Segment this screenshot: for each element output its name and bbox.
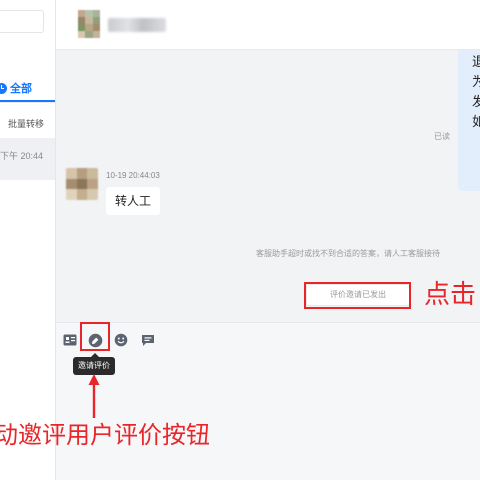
conversation-time: 下午 20:44 (0, 151, 43, 161)
tab-all-label: 全部 (10, 83, 32, 95)
contact-name (108, 18, 166, 32)
read-status: 已读 (434, 132, 450, 141)
id-card-icon[interactable] (62, 332, 78, 348)
outgoing-line: 为 (472, 74, 480, 89)
annotation-text: 动邀评用户评价按钮 (0, 421, 210, 449)
annotation-caption: 动邀评用户评价按钮 (0, 420, 480, 454)
outgoing-message-bubble: 退 为 发 如 (458, 50, 480, 191)
quick-reply-icon[interactable] (140, 332, 156, 348)
outgoing-line: 如 (472, 114, 480, 129)
outgoing-line: 发 (472, 94, 480, 109)
conversation-list-panel: 全部 批量转移 下午 20:44 (0, 0, 56, 480)
batch-transfer-button[interactable]: 批量转移 (8, 117, 44, 130)
message-time: 10-19 20:44:03 (106, 171, 160, 180)
annotation-click-hint: 点击 (424, 280, 480, 314)
incoming-message-bubble: 转人工 (106, 187, 161, 215)
annotation-text: 点击 (424, 280, 477, 310)
divider (0, 102, 55, 103)
system-notice: 客服助手超时或找不到合适的答案，请人工客服接待 (256, 249, 440, 258)
rate-invite-icon[interactable] (87, 332, 103, 348)
outgoing-line: 退 (472, 54, 480, 69)
clock-icon (0, 82, 7, 94)
tab-all[interactable]: 全部 (0, 78, 32, 98)
emoji-icon[interactable] (113, 332, 129, 348)
avatar[interactable] (78, 10, 100, 38)
message-list: 退 为 发 如 已读 10-19 20:44:03 转人工 客服助手超时或找不到… (56, 50, 480, 322)
chat-header (56, 0, 480, 50)
annotation-arrow (88, 374, 100, 418)
search-input[interactable] (0, 10, 44, 33)
customer-avatar[interactable] (66, 168, 98, 200)
invite-sent-notice: 评价邀请已发出 (306, 284, 410, 306)
tooltip: 邀请评价 (73, 353, 115, 375)
